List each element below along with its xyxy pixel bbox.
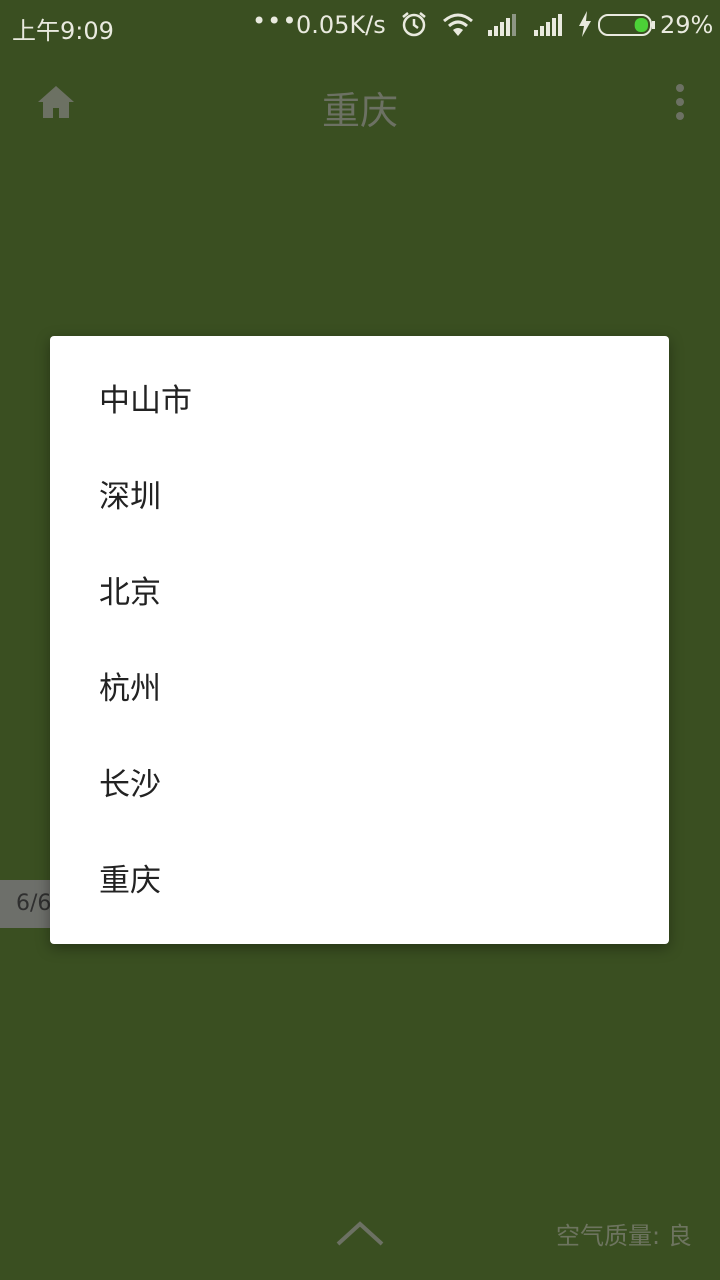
city-list: 中山市 深圳 北京 杭州 长沙 重庆 xyxy=(50,336,669,929)
status-time: 上午9:09 xyxy=(12,17,114,45)
signal-icon xyxy=(534,14,566,42)
status-bar: 上午9:09 ••• 0.05K/s 29% xyxy=(0,0,720,50)
city-item[interactable]: 重庆 xyxy=(50,833,669,929)
wifi-icon xyxy=(442,12,474,44)
city-item[interactable]: 杭州 xyxy=(50,641,669,737)
alarm-icon xyxy=(400,10,428,44)
city-item[interactable]: 深圳 xyxy=(50,449,669,545)
battery-percent: 29% xyxy=(660,11,714,39)
city-item[interactable]: 中山市 xyxy=(50,353,669,449)
network-speed: 0.05K/s xyxy=(296,11,386,39)
signal-icon xyxy=(488,14,520,42)
notification-dots: ••• xyxy=(252,7,298,35)
city-picker-dialog: 中山市 深圳 北京 杭州 长沙 重庆 xyxy=(50,336,669,944)
app-bar: 重庆 xyxy=(0,60,720,150)
charging-icon xyxy=(578,11,592,43)
city-item[interactable]: 长沙 xyxy=(50,737,669,833)
air-quality-label: 空气质量: 良 xyxy=(556,1222,692,1250)
city-item[interactable]: 北京 xyxy=(50,545,669,641)
page-title: 重庆 xyxy=(321,89,398,133)
battery-icon xyxy=(598,14,656,42)
chevron-up-icon[interactable] xyxy=(334,1216,386,1250)
more-vert-icon[interactable] xyxy=(664,80,696,124)
screen: 上午9:09 ••• 0.05K/s 29% 重庆 6/6 空气质量: 良 中山… xyxy=(0,0,720,1280)
